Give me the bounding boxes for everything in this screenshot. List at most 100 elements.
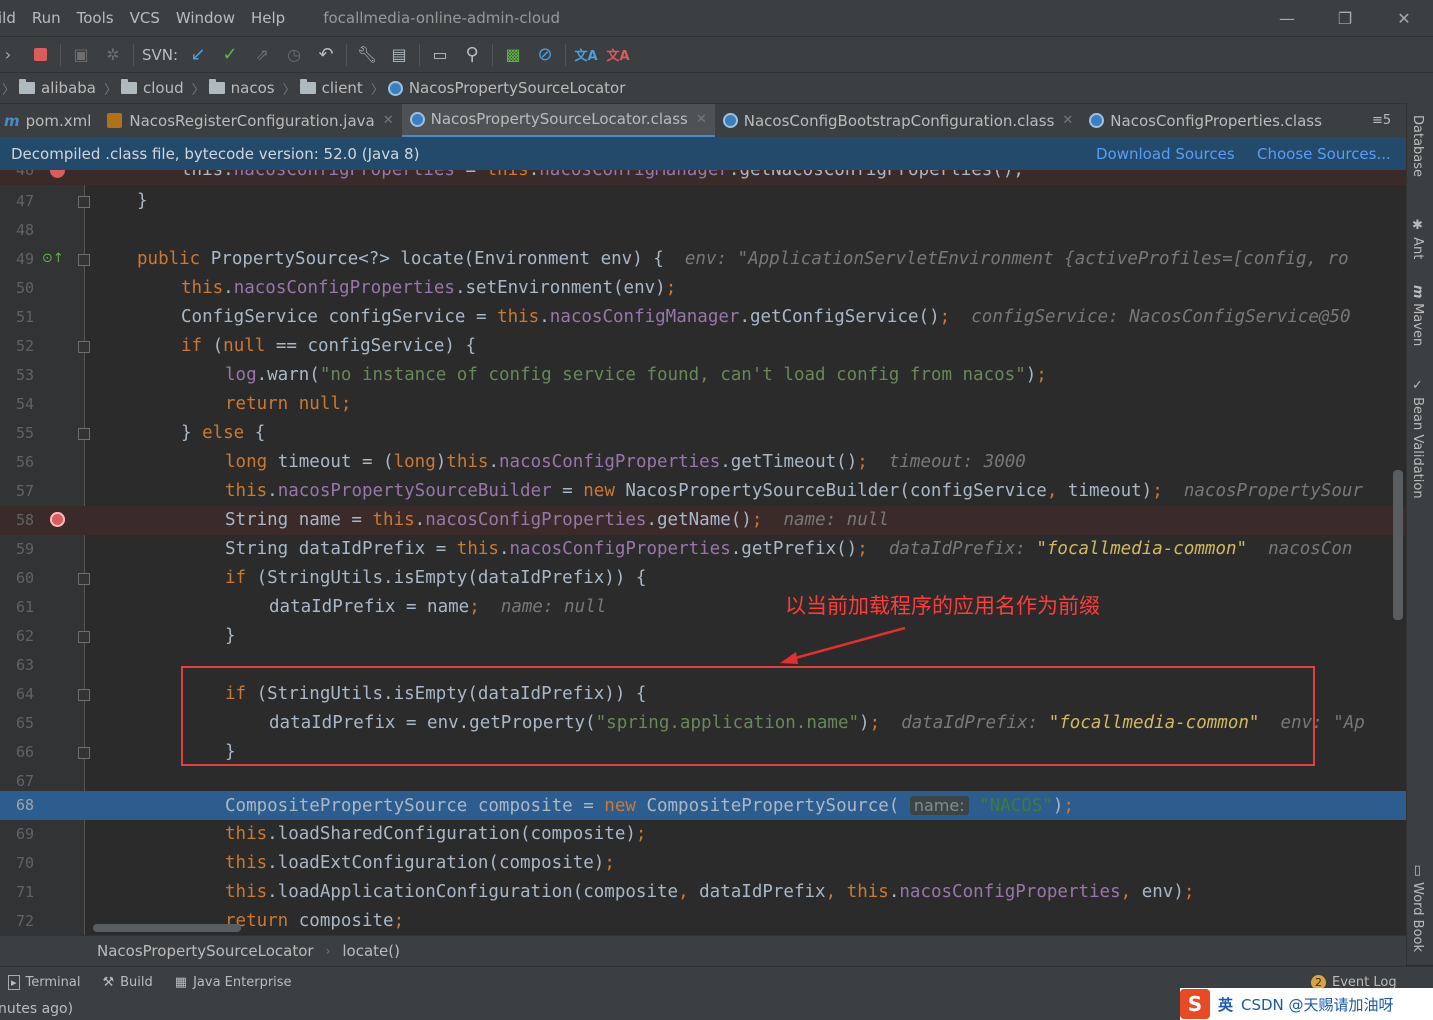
minimize-button[interactable]: — xyxy=(1258,0,1316,36)
download-sources-link[interactable]: Download Sources xyxy=(1096,145,1235,163)
code-line: 57 this.nacosPropertySourceBuilder = new… xyxy=(15,481,1363,501)
java-enterprise-icon: ▦ xyxy=(174,974,188,990)
choose-sources-link[interactable]: Choose Sources... xyxy=(1257,145,1391,163)
tool-ant[interactable]: ✱ Ant xyxy=(1410,218,1425,259)
breakpoint-icon[interactable] xyxy=(50,512,65,527)
close-tab-icon[interactable]: ✕ xyxy=(1062,113,1073,128)
code-line: 53 log.warn("no instance of config servi… xyxy=(15,365,1047,385)
coverage-icon[interactable]: ✲ xyxy=(97,41,129,69)
breadcrumb-item[interactable]: NacosPropertySourceLocator xyxy=(387,79,625,97)
tool-bean-validation[interactable]: ✓ Bean Validation xyxy=(1410,378,1425,499)
ant-icon: ✱ xyxy=(1410,218,1425,238)
tool-word-book[interactable]: ▯ Word Book xyxy=(1410,863,1425,952)
breadcrumb-item[interactable]: nacos xyxy=(208,79,275,97)
svn-commit-icon[interactable]: ✓ xyxy=(214,41,246,69)
restore-button[interactable]: ❐ xyxy=(1316,0,1374,36)
svn-update-icon[interactable]: ↙ xyxy=(182,41,214,69)
close-window-button[interactable]: ✕ xyxy=(1375,0,1433,36)
highlight-box xyxy=(181,666,1315,766)
nav-class-name[interactable]: NacosPropertySourceLocator xyxy=(97,942,314,960)
svn-label: SVN: xyxy=(142,45,179,64)
tab-nacos-config-bootstrap-configuration[interactable]: NacosConfigBootstrapConfiguration.class … xyxy=(715,104,1082,138)
activity-monitor-icon[interactable]: ▩ xyxy=(497,41,529,69)
breadcrumb-item[interactable]: client xyxy=(299,79,363,97)
code-line: 46 this.nacosConfigProperties = this.nac… xyxy=(0,170,1406,185)
chevron-right-icon: 〉 xyxy=(2,82,16,98)
code-line: 56 long timeout = (long)this.nacosConfig… xyxy=(15,452,1026,472)
close-tab-icon[interactable]: ✕ xyxy=(383,113,394,128)
svn-compare-icon[interactable]: ⇗ xyxy=(246,41,278,69)
code-line: 47 } xyxy=(15,191,148,211)
fold-marker-icon[interactable] xyxy=(78,573,90,585)
translate-replace-icon[interactable]: 文A xyxy=(602,41,634,69)
code-line: 50 this.nacosConfigProperties.setEnviron… xyxy=(15,278,677,298)
project-title: focallmedia-online-admin-cloud xyxy=(323,9,561,27)
close-tab-icon[interactable]: ✕ xyxy=(696,112,707,127)
fold-marker-icon[interactable] xyxy=(78,631,90,643)
attach-debugger-icon[interactable]: ▣ xyxy=(65,41,97,69)
menu-vcs[interactable]: VCS xyxy=(122,9,168,27)
toolbar-separator xyxy=(565,43,567,66)
fold-marker-icon[interactable] xyxy=(78,689,90,701)
ime-language-toggle[interactable]: 英 xyxy=(1218,994,1233,1015)
fold-marker-icon[interactable] xyxy=(78,428,90,440)
maven-icon: m xyxy=(1410,285,1425,304)
svn-history-icon[interactable]: ◷ xyxy=(278,41,310,69)
translate-icon[interactable]: 文A xyxy=(570,41,602,69)
toolbar-separator xyxy=(419,43,421,66)
menu-help[interactable]: Help xyxy=(243,9,293,27)
fold-marker-icon[interactable] xyxy=(78,747,90,759)
fold-marker-icon[interactable] xyxy=(78,254,90,266)
toolbar-separator xyxy=(346,43,348,66)
breakpoint-icon[interactable] xyxy=(50,170,65,178)
nav-left-icon[interactable]: › xyxy=(0,41,24,69)
menu-tools[interactable]: Tools xyxy=(69,9,122,27)
menu-build[interactable]: ild xyxy=(0,9,24,27)
search-icon[interactable]: ⚲ xyxy=(456,41,488,69)
terminal-tool-button[interactable]: ▸ Terminal xyxy=(8,974,80,990)
nav-method-name[interactable]: locate() xyxy=(342,942,400,960)
no-entry-icon[interactable]: ⊘ xyxy=(529,41,561,69)
class-file-icon xyxy=(722,113,738,128)
fold-marker-icon[interactable] xyxy=(78,196,90,208)
code-editor[interactable]: 46 this.nacosConfigProperties = this.nac… xyxy=(0,170,1406,935)
bean-validation-icon: ✓ xyxy=(1410,378,1425,398)
code-line: 62 } xyxy=(15,626,236,646)
java-enterprise-tool-button[interactable]: ▦ Java Enterprise xyxy=(175,975,292,990)
menu-run[interactable]: Run xyxy=(24,9,69,27)
project-structure-icon[interactable]: ▤ xyxy=(383,41,415,69)
settings-wrench-icon[interactable]: 🔧︎ xyxy=(351,41,383,69)
build-tool-button[interactable]: ⚒ Build xyxy=(102,975,152,990)
breadcrumb-item[interactable]: cloud xyxy=(121,79,184,97)
class-file-icon xyxy=(1089,113,1105,128)
chevron-right-icon: 〉 xyxy=(191,82,205,98)
tab-nacos-config-properties[interactable]: NacosConfigProperties.class xyxy=(1081,104,1330,138)
override-gutter-icon[interactable]: ⊙↑ xyxy=(42,251,64,266)
tool-maven[interactable]: m Maven xyxy=(1410,285,1425,346)
code-line: 61 dataIdPrefix = name; name: null xyxy=(15,597,607,617)
tool-database[interactable]: Database xyxy=(1410,115,1425,177)
menu-window[interactable]: Window xyxy=(168,9,243,27)
svn-revert-icon[interactable]: ↶ xyxy=(310,41,342,69)
book-icon: ▯ xyxy=(1410,863,1425,883)
code-line: 52 if (null == configService) { xyxy=(15,336,477,356)
tab-nacos-register-configuration[interactable]: NacosRegisterConfiguration.java ✕ xyxy=(99,104,401,138)
tab-nacos-property-source-locator[interactable]: NacosPropertySourceLocator.class ✕ xyxy=(401,103,715,138)
breadcrumb-item[interactable]: alibaba xyxy=(19,79,96,97)
tab-overflow-button[interactable]: ≡5 xyxy=(1372,113,1391,128)
chevron-right-icon: 〉 xyxy=(282,82,296,98)
toolbar-separator xyxy=(133,43,134,66)
sogou-icon[interactable]: S xyxy=(1180,989,1210,1019)
tab-pom-xml[interactable]: m pom.xml xyxy=(0,104,99,138)
fold-marker-icon[interactable] xyxy=(78,341,90,353)
stop-icon[interactable] xyxy=(24,41,56,69)
folder-icon xyxy=(121,79,137,94)
folder-icon xyxy=(299,79,316,94)
main-toolbar: › ▣ ✲ SVN: ↙ ✓ ⇗ ◷ ↶ 🔧︎ ▤ ▭ ⚲ ▩ ⊘ 文A 文A xyxy=(0,36,1433,72)
toolbar-separator xyxy=(492,43,494,66)
terminal-window-icon[interactable]: ▭ xyxy=(424,41,456,69)
vertical-scrollbar[interactable] xyxy=(1393,470,1403,620)
code-line: 51 ConfigService configService = this.na… xyxy=(15,307,1351,327)
code-line: 49 ⊙↑ public PropertySource<?> locate(En… xyxy=(15,249,1349,269)
horizontal-scrollbar[interactable] xyxy=(93,924,241,932)
